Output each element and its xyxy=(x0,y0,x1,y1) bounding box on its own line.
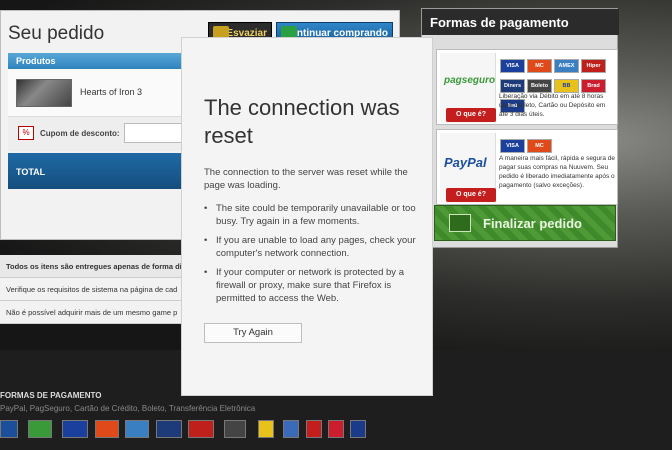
boleto-icon: Boleto xyxy=(527,79,552,93)
percent-tag-icon: % xyxy=(18,126,34,140)
note-item: Não é possível adquirir mais de um mesmo… xyxy=(0,301,190,324)
paypal-option[interactable]: PayPal O que é? VISA MC A maneira mais fá… xyxy=(436,129,618,205)
amex-card-icon: AMEX xyxy=(554,59,579,73)
error-suggestions: The site could be temporarily unavailabl… xyxy=(204,202,419,311)
pagseguro-option[interactable]: pagseguro O que é? VISA MC AMEX Hiper Diners… xyxy=(436,49,618,125)
pagseguro-footer-icon xyxy=(28,420,52,438)
visa-card-icon: VISA xyxy=(500,139,525,153)
try-again-button[interactable]: Try Again xyxy=(204,323,302,343)
paypal-info-button[interactable]: O que é? xyxy=(446,188,496,202)
total-label: TOTAL xyxy=(16,167,46,177)
bb-footer-icon xyxy=(258,420,274,438)
finalize-order-label: Finalizar pedido xyxy=(483,216,582,231)
error-title: The connection was reset xyxy=(204,95,400,148)
hipercard-footer-icon xyxy=(188,420,214,438)
hipercard-icon: Hiper xyxy=(581,59,606,73)
diners-footer-icon xyxy=(156,420,182,438)
visa-card-icon: VISA xyxy=(500,59,525,73)
paypal-description: A maneira mais fácil, rápida e segura de… xyxy=(499,155,615,189)
cart-icon xyxy=(449,214,471,232)
pagseguro-description: Liberação via Débito em até 8 horas útei… xyxy=(499,93,606,118)
bradesco-icon: Brad xyxy=(581,79,606,93)
itau-footer-icon xyxy=(350,420,366,438)
finalize-order-button[interactable]: Finalizar pedido xyxy=(434,205,616,241)
footer-methods: PayPal, PagSeguro, Cartão de Crédito, Bo… xyxy=(0,404,256,413)
hsbc-footer-icon xyxy=(328,420,344,438)
diners-card-icon: Diners xyxy=(500,79,525,93)
pagseguro-logo: pagseguro xyxy=(444,75,496,86)
paypal-logo-box: PayPal O que é? xyxy=(440,133,496,203)
footer-title: FORMAS DE PAGAMENTO xyxy=(0,391,102,400)
coupon-label: Cupom de desconto: xyxy=(40,129,120,138)
mastercard-icon: MC xyxy=(527,139,552,153)
visa-footer-icon xyxy=(62,420,88,438)
product-thumbnail[interactable] xyxy=(16,79,72,107)
product-name[interactable]: Hearts of Iron 3 xyxy=(80,87,142,97)
error-suggestion-item: If you are unable to load any pages, che… xyxy=(204,234,419,260)
order-title: Seu pedido xyxy=(8,23,105,44)
paypal-footer-icon xyxy=(0,420,18,438)
paypal-card-logos: VISA MC xyxy=(499,134,617,154)
error-suggestion-item: The site could be temporarily unavailabl… xyxy=(204,202,419,228)
bb-bank-icon: BB xyxy=(554,79,579,93)
order-notes: Todos os itens são entregues apenas de f… xyxy=(0,255,190,324)
boleto-footer-icon xyxy=(224,420,246,438)
mastercard-footer-icon xyxy=(95,420,119,438)
note-item: Todos os itens são entregues apenas de f… xyxy=(0,255,190,278)
error-suggestion-item: If your computer or network is protected… xyxy=(204,266,419,305)
footer-payment-logos xyxy=(0,420,672,442)
connection-error-dialog: The connection was reset The connection … xyxy=(181,37,433,396)
pagseguro-logo-box: pagseguro O que é? xyxy=(440,53,496,123)
payment-title: Formas de pagamento xyxy=(422,9,619,35)
bank-footer-icon xyxy=(283,420,299,438)
mastercard-icon: MC xyxy=(527,59,552,73)
pagseguro-info-button[interactable]: O que é? xyxy=(446,108,496,122)
bradesco-footer-icon xyxy=(306,420,322,438)
note-item: Verifique os requisitos de sistema na pá… xyxy=(0,278,190,301)
amex-footer-icon xyxy=(125,420,149,438)
error-intro: The connection to the server was reset w… xyxy=(204,167,408,191)
paypal-logo: PayPal xyxy=(444,155,487,170)
